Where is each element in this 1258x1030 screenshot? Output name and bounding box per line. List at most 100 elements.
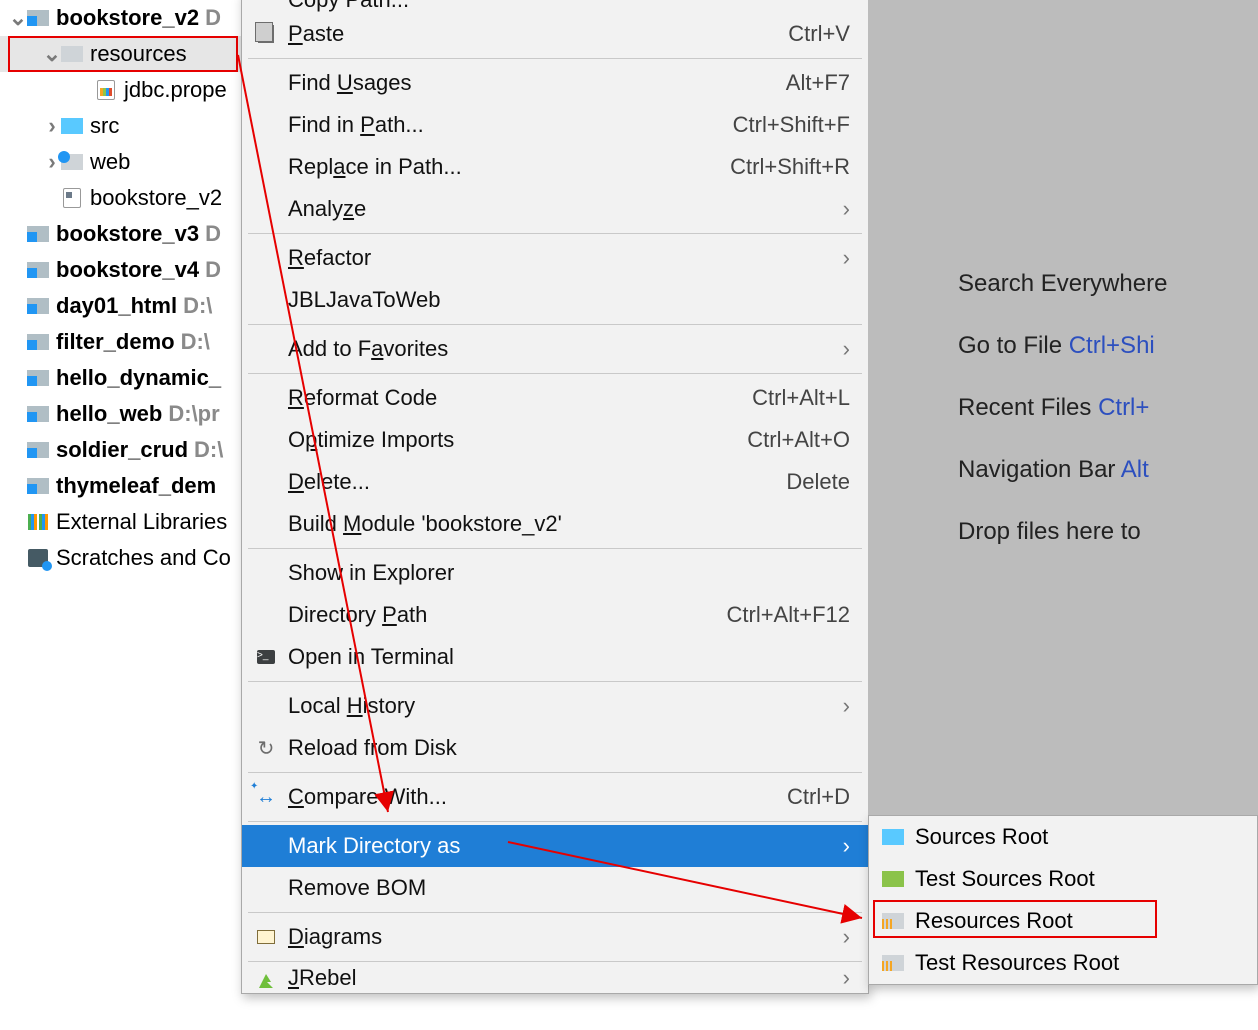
tree-item-path: D:\pr	[168, 401, 219, 427]
menu-item-copy-path[interactable]: Copy Path...	[242, 0, 868, 13]
menu-item-paste[interactable]: PasteCtrl+V	[242, 13, 868, 55]
chevron-down-icon[interactable]	[44, 46, 60, 62]
chevron-right-icon[interactable]	[44, 118, 60, 134]
menu-item-find-usages[interactable]: Find UsagesAlt+F7	[242, 62, 868, 104]
icon-slot-empty	[252, 601, 280, 629]
menu-item-shortcut: Ctrl+Alt+F12	[727, 602, 851, 628]
tree-item-web[interactable]: web	[0, 144, 246, 180]
project-tree[interactable]: bookstore_v2Dresourcesjdbc.prope src web bo…	[0, 0, 246, 576]
tree-item-label: src	[90, 113, 119, 139]
submenu-arrow-icon: ›	[843, 245, 850, 271]
tree-item-label: bookstore_v3	[56, 221, 199, 247]
menu-separator	[248, 58, 862, 59]
menu-item-refactor[interactable]: Refactor ›	[242, 237, 868, 279]
icon-slot-empty	[252, 468, 280, 496]
folder-orange-icon	[879, 907, 907, 935]
tree-item-bookstore-v2[interactable]: bookstore_v2	[0, 180, 246, 216]
menu-item-diagrams[interactable]: Diagrams›	[242, 916, 868, 958]
icon-slot-empty	[252, 832, 280, 860]
tree-item-hello-dynamic-[interactable]: hello_dynamic_	[0, 360, 246, 396]
folder-blue-icon	[879, 823, 907, 851]
tree-item-resources[interactable]: resources	[0, 36, 246, 72]
submenu-item-test-resources-root[interactable]: Test Resources Root	[869, 942, 1257, 984]
menu-item-show-in-explorer[interactable]: Show in Explorer	[242, 552, 868, 594]
spacer	[10, 442, 26, 458]
tree-item-path: D:\	[194, 437, 223, 463]
menu-item-compare-with[interactable]: ✦Compare With...Ctrl+D	[242, 776, 868, 818]
folder-icon	[26, 296, 50, 316]
tree-item-day01-html[interactable]: day01_htmlD:\	[0, 288, 246, 324]
menu-item-label: Delete...	[288, 469, 370, 495]
tree-item-path: D:\	[181, 329, 210, 355]
menu-item-find-in-path[interactable]: Find in Path...Ctrl+Shift+F	[242, 104, 868, 146]
submenu-item-test-sources-root[interactable]: Test Sources Root	[869, 858, 1257, 900]
diagram-icon	[252, 923, 280, 951]
submenu-arrow-icon: ›	[843, 336, 850, 362]
menu-item-reformat-code[interactable]: Reformat CodeCtrl+Alt+L	[242, 377, 868, 419]
tree-item-label: filter_demo	[56, 329, 175, 355]
tree-item-src[interactable]: src	[0, 108, 246, 144]
menu-item-label: Build Module 'bookstore_v2'	[288, 511, 562, 537]
tree-item-bookstore-v3[interactable]: bookstore_v3D	[0, 216, 246, 252]
chevron-down-icon[interactable]	[10, 10, 26, 26]
tree-item-soldier-crud[interactable]: soldier_crudD:\	[0, 432, 246, 468]
tree-item-label: bookstore_v2	[90, 185, 222, 211]
folder-plain-icon	[60, 44, 84, 64]
menu-item-label: Remove BOM	[288, 875, 426, 901]
menu-item-jbljavatoweb[interactable]: JBLJavaToWeb	[242, 279, 868, 321]
tree-item-bookstore-v4[interactable]: bookstore_v4D	[0, 252, 246, 288]
spacer	[10, 334, 26, 350]
tree-item-bookstore-v2[interactable]: bookstore_v2D	[0, 0, 246, 36]
menu-item-directory-path[interactable]: Directory Path Ctrl+Alt+F12	[242, 594, 868, 636]
icon-slot-empty	[252, 426, 280, 454]
web-folder-icon	[60, 152, 84, 172]
spacer	[10, 406, 26, 422]
menu-item-label: Reformat Code	[288, 385, 437, 411]
menu-item-add-to-favorites[interactable]: Add to Favorites ›	[242, 328, 868, 370]
hint-navigation-bar: Navigation Bar Alt	[958, 456, 1258, 484]
menu-item-shortcut: Delete	[786, 469, 850, 495]
icon-slot-empty	[252, 153, 280, 181]
tree-item-jdbc-prope[interactable]: jdbc.prope	[0, 72, 246, 108]
menu-item-remove-bom[interactable]: Remove BOM	[242, 867, 868, 909]
tree-item-label: day01_html	[56, 293, 177, 319]
tree-item-thymeleaf-dem[interactable]: thymeleaf_dem	[0, 468, 246, 504]
menu-item-open-in-terminal[interactable]: >_Open in Terminal	[242, 636, 868, 678]
tree-item-label: External Libraries	[56, 509, 227, 535]
menu-item-build-module-bookstore-v2[interactable]: Build Module 'bookstore_v2'	[242, 503, 868, 545]
extlib-icon	[26, 512, 50, 532]
tree-item-scratches-and-co[interactable]: Scratches and Co	[0, 540, 246, 576]
menu-item-mark-directory-as[interactable]: Mark Directory as›	[242, 825, 868, 867]
menu-item-shortcut: Ctrl+Shift+R	[730, 154, 850, 180]
menu-item-label: Diagrams	[288, 924, 382, 950]
menu-item-label: Add to Favorites	[288, 336, 448, 362]
menu-separator	[248, 681, 862, 682]
submenu-arrow-icon: ›	[843, 196, 850, 222]
menu-item-label: Directory Path	[288, 602, 427, 628]
menu-item-replace-in-path[interactable]: Replace in Path... Ctrl+Shift+R	[242, 146, 868, 188]
icon-slot-empty	[252, 874, 280, 902]
folder-icon	[26, 260, 50, 280]
menu-item-jrebel[interactable]: JRebel›	[242, 965, 868, 993]
menu-item-label: Open in Terminal	[288, 644, 454, 670]
menu-item-analyze[interactable]: Analyze›	[242, 188, 868, 230]
menu-item-optimize-imports[interactable]: Optimize ImportsCtrl+Alt+O	[242, 419, 868, 461]
menu-item-label: Refactor	[288, 245, 371, 271]
menu-item-reload-from-disk[interactable]: Reload from Disk	[242, 727, 868, 769]
menu-item-delete[interactable]: Delete... Delete	[242, 461, 868, 503]
menu-item-label: Local History	[288, 693, 415, 719]
menu-separator	[248, 912, 862, 913]
menu-item-label: Replace in Path...	[288, 154, 462, 180]
tree-item-hello-web[interactable]: hello_webD:\pr	[0, 396, 246, 432]
icon-slot-empty	[252, 0, 280, 13]
tree-item-external-libraries[interactable]: External Libraries	[0, 504, 246, 540]
menu-item-label: Reload from Disk	[288, 735, 457, 761]
submenu-item-sources-root[interactable]: Sources Root	[869, 816, 1257, 858]
compare-icon: ✦	[252, 783, 280, 811]
folder-blue-icon	[60, 116, 84, 136]
tree-item-filter-demo[interactable]: filter_demoD:\	[0, 324, 246, 360]
menu-separator	[248, 373, 862, 374]
menu-item-local-history[interactable]: Local History›	[242, 685, 868, 727]
scratch-icon	[26, 548, 50, 568]
submenu-item-resources-root[interactable]: Resources Root	[869, 900, 1257, 942]
